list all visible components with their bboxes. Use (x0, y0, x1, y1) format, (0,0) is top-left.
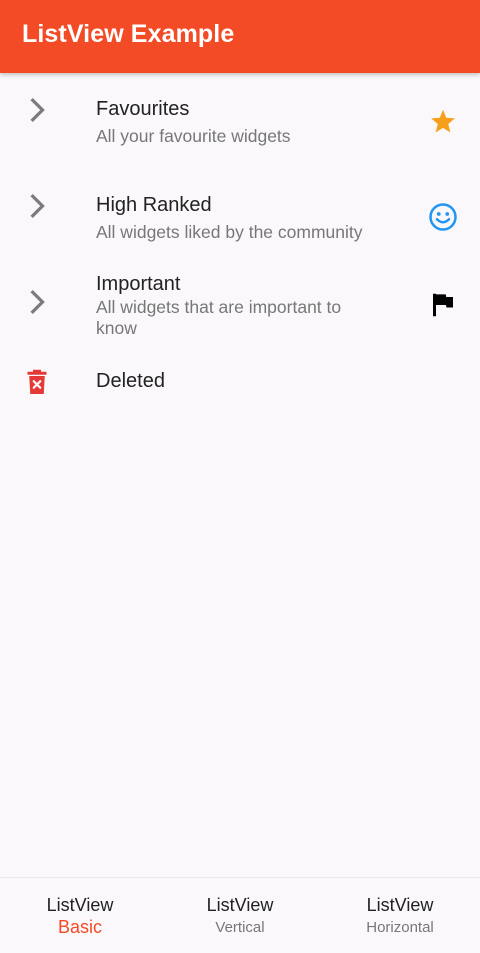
chevron-right-icon (22, 287, 52, 317)
nav-item-listview-vertical[interactable]: ListView Vertical (160, 878, 320, 953)
chevron-right-icon (22, 191, 52, 221)
list-item-subtitle: All widgets that are important to know (96, 297, 342, 338)
chevron-right-icon (22, 95, 52, 125)
nav-item-sublabel: Basic (57, 917, 102, 937)
flag-icon (428, 290, 458, 320)
list-item-title: High Ranked (96, 194, 212, 216)
app-bar-title: ListView Example (22, 20, 235, 48)
list-item-title: Important (96, 273, 181, 295)
nav-item-label: ListView (366, 895, 434, 915)
bottom-navigation: ListView Basic ListView Vertical ListVie… (0, 877, 480, 953)
nav-item-sublabel: Horizontal (366, 919, 434, 936)
list-item-subtitle: All widgets liked by the community (96, 222, 363, 242)
app-bar: ListView Example (0, 0, 480, 73)
star-icon (428, 107, 458, 137)
list-item-high-ranked[interactable]: High Ranked All widgets liked by the com… (0, 169, 480, 265)
list-item-deleted[interactable]: Deleted (0, 349, 480, 413)
list-item-title: Favourites (96, 98, 190, 120)
list-item-title: Deleted (96, 370, 165, 392)
smiley-face-icon (428, 202, 458, 232)
screen: ListView Example Favourites All your fav… (0, 0, 480, 953)
nav-item-label: ListView (46, 895, 114, 915)
list-item-subtitle: All your favourite widgets (96, 126, 291, 146)
nav-item-listview-horizontal[interactable]: ListView Horizontal (320, 878, 480, 953)
list-item-important[interactable]: Important All widgets that are important… (0, 265, 480, 349)
nav-item-listview-basic[interactable]: ListView Basic (0, 878, 160, 953)
list-item-favourites[interactable]: Favourites All your favourite widgets (0, 73, 480, 169)
nav-item-label: ListView (206, 895, 274, 915)
nav-item-sublabel: Vertical (215, 919, 265, 936)
trash-delete-icon (22, 367, 52, 397)
